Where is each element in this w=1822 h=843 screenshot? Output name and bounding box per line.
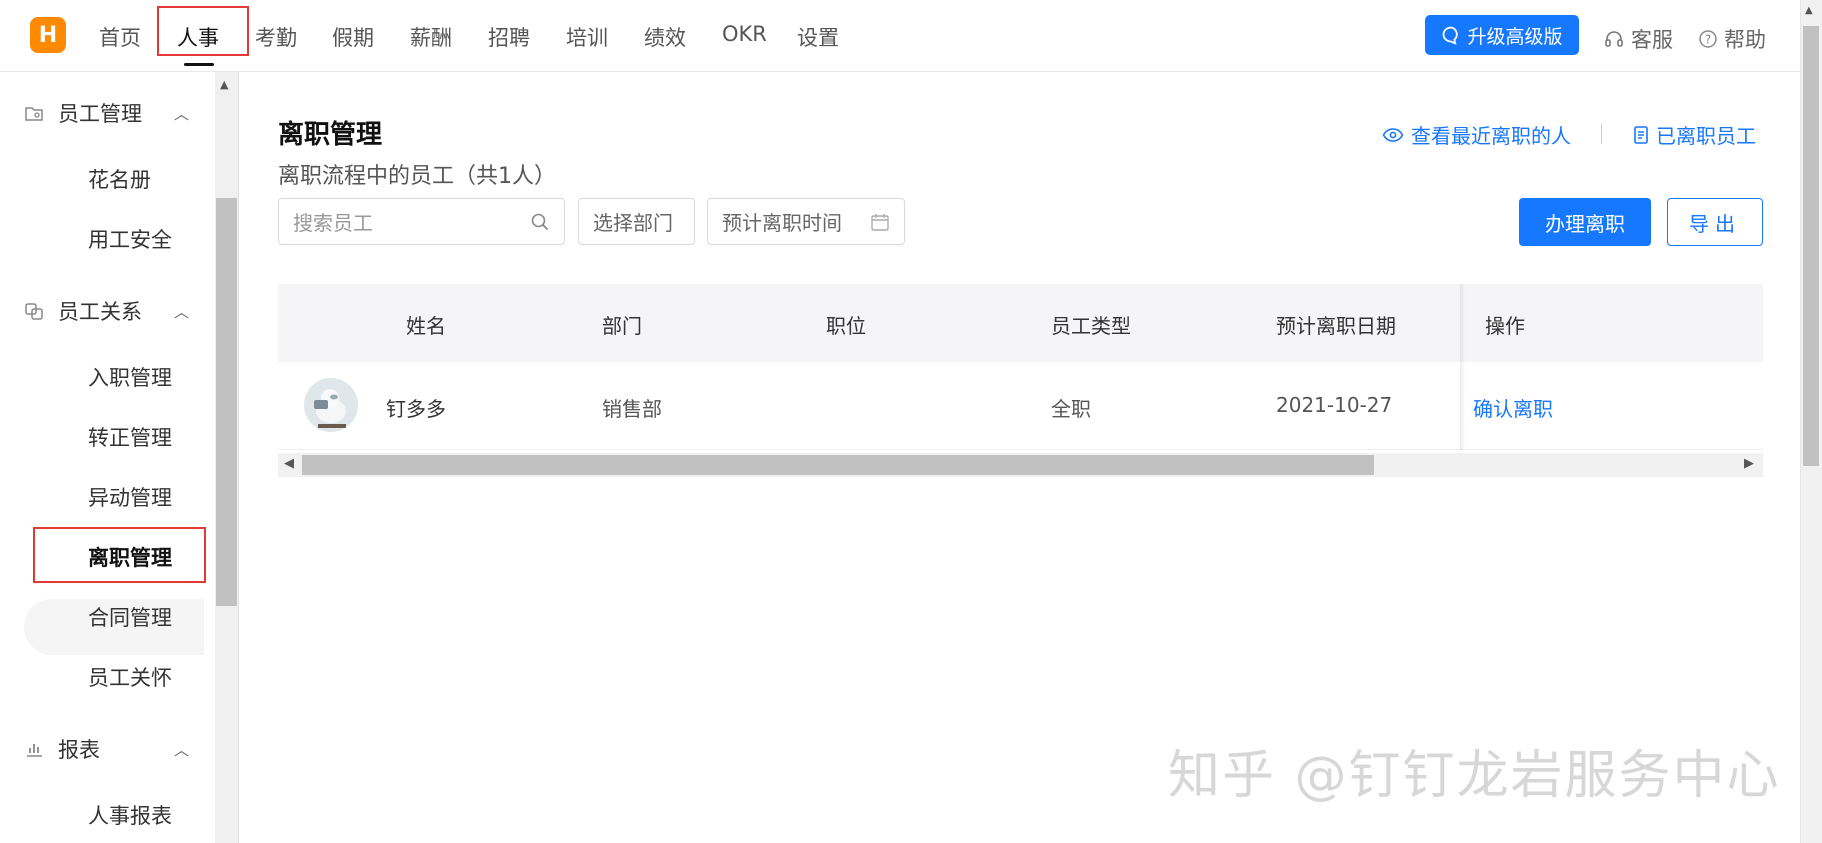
- fixed-column-shadow: [1460, 284, 1465, 450]
- sidebar-item-employee-care[interactable]: 员工关怀: [88, 662, 172, 692]
- scroll-up-arrow-icon[interactable]: ▲: [220, 78, 228, 91]
- logo-letter: H: [38, 22, 58, 48]
- cell-department: 销售部: [602, 397, 662, 421]
- relation-icon: [25, 303, 43, 320]
- scroll-left-arrow-icon[interactable]: ◀: [284, 456, 294, 471]
- search-placeholder: 搜索员工: [293, 211, 373, 235]
- watermark: 知乎 @钉钉龙岩服务中心: [1168, 746, 1781, 806]
- resigned-employees-link[interactable]: 已离职员工: [1633, 120, 1756, 149]
- sidebar-scrollbar-thumb[interactable]: [216, 198, 237, 606]
- nav-active-indicator: [184, 63, 214, 66]
- sidebar-item-hr-report[interactable]: 人事报表: [88, 800, 172, 830]
- sidebar-group-label: 员工管理: [58, 102, 142, 126]
- column-header-department: 部门: [602, 314, 642, 338]
- sidebar-item-resignation[interactable]: 离职管理: [88, 542, 172, 572]
- cell-resign-date: 2021-10-27: [1276, 393, 1393, 417]
- help-label: 帮助: [1724, 28, 1766, 52]
- avatar-illustration: [304, 378, 358, 432]
- help-circle-icon: ?: [1699, 30, 1717, 48]
- nav-leave[interactable]: 假期: [332, 22, 374, 52]
- header-divider: [1601, 124, 1602, 144]
- sidebar-group-employee-relations[interactable]: 员工关系 ︿: [24, 296, 189, 326]
- confirm-resignation-link[interactable]: 确认离职: [1473, 393, 1553, 422]
- sidebar-item-transfer[interactable]: 异动管理: [88, 482, 172, 512]
- date-placeholder: 预计离职时间: [722, 211, 842, 235]
- department-placeholder: 选择部门: [593, 211, 673, 235]
- chevron-up-icon: ︿: [174, 302, 190, 321]
- scroll-right-arrow-icon[interactable]: ▶: [1744, 456, 1754, 471]
- document-icon: [1634, 125, 1648, 144]
- sidebar-item-regularization[interactable]: 转正管理: [88, 422, 172, 452]
- nav-settings[interactable]: 设置: [797, 22, 839, 52]
- svg-text:?: ?: [1705, 33, 1711, 47]
- avatar[interactable]: [304, 378, 358, 432]
- sidebar-group-label: 报表: [58, 738, 100, 762]
- bar-chart-icon: [27, 744, 42, 757]
- export-button[interactable]: 导出: [1667, 198, 1763, 246]
- chevron-up-icon: ︿: [174, 740, 190, 759]
- nav-attendance[interactable]: 考勤: [255, 22, 297, 52]
- sidebar-item-employment-safety[interactable]: 用工安全: [88, 224, 172, 254]
- nav-recruit[interactable]: 招聘: [488, 22, 530, 52]
- cell-employee-type: 全职: [1051, 397, 1091, 421]
- chat-bubble-icon: [1443, 26, 1459, 45]
- search-icon: [531, 213, 549, 230]
- recent-resigned-label: 查看最近离职的人: [1411, 124, 1571, 148]
- column-header-position: 职位: [826, 314, 866, 338]
- eye-icon: [1382, 127, 1404, 142]
- nav-okr[interactable]: OKR: [722, 22, 767, 46]
- headset-icon: [1605, 31, 1623, 47]
- sidebar-group-label: 员工关系: [58, 300, 142, 324]
- nav-training[interactable]: 培训: [566, 22, 608, 52]
- cell-name: 钉多多: [386, 397, 446, 421]
- sidebar-item-onboarding[interactable]: 入职管理: [88, 362, 172, 392]
- nav-home[interactable]: 首页: [99, 22, 141, 52]
- sidebar-item-roster[interactable]: 花名册: [88, 164, 151, 194]
- upgrade-button[interactable]: 升级高级版: [1425, 15, 1579, 55]
- nav-hr[interactable]: 人事: [177, 22, 219, 52]
- calendar-icon: [871, 213, 889, 231]
- resign-date-picker[interactable]: 预计离职时间: [707, 198, 905, 245]
- table-horizontal-scrollbar-thumb[interactable]: [302, 455, 1374, 475]
- resigned-employees-label: 已离职员工: [1656, 124, 1756, 148]
- column-header-resign-date: 预计离职日期: [1276, 314, 1396, 338]
- page-scroll-up-arrow-icon[interactable]: ▲: [1805, 5, 1813, 16]
- sidebar-group-employee-management[interactable]: 员工管理 ︿: [24, 98, 189, 128]
- search-input[interactable]: 搜索员工: [278, 198, 565, 245]
- sidebar: 员工管理 ︿ 花名册 用工安全 员工关系 ︿ 入职管理 转正管理 异动管理 离职…: [0, 72, 215, 843]
- chevron-up-icon: ︿: [174, 104, 190, 123]
- department-select[interactable]: 选择部门: [578, 198, 695, 245]
- process-resignation-button[interactable]: 办理离职: [1519, 198, 1651, 246]
- page-title: 离职管理: [278, 120, 383, 150]
- column-header-name: 姓名: [406, 314, 446, 338]
- sidebar-item-contract[interactable]: 合同管理: [88, 602, 172, 632]
- nav-performance[interactable]: 绩效: [644, 22, 686, 52]
- nav-salary[interactable]: 薪酬: [410, 22, 452, 52]
- recent-resigned-link[interactable]: 查看最近离职的人: [1382, 120, 1571, 149]
- page-scrollbar-thumb[interactable]: [1803, 26, 1819, 466]
- page-subtitle: 离职流程中的员工（共1人）: [278, 164, 556, 189]
- column-header-action: 操作: [1485, 314, 1525, 338]
- service-label: 客服: [1631, 28, 1673, 52]
- app-logo[interactable]: H: [30, 17, 66, 53]
- upgrade-label: 升级高级版: [1467, 25, 1563, 48]
- column-header-employee-type: 员工类型: [1051, 314, 1131, 338]
- top-navbar: H 首页 人事 考勤 假期 薪酬 招聘 培训 绩效 OKR 设置 升级高级版 客…: [0, 0, 1822, 72]
- help-link[interactable]: ? 帮助: [1698, 24, 1766, 54]
- folder-user-icon: [25, 107, 43, 121]
- service-link[interactable]: 客服: [1603, 24, 1673, 54]
- table-header: [278, 284, 1763, 362]
- sidebar-group-reports[interactable]: 报表 ︿: [24, 734, 189, 764]
